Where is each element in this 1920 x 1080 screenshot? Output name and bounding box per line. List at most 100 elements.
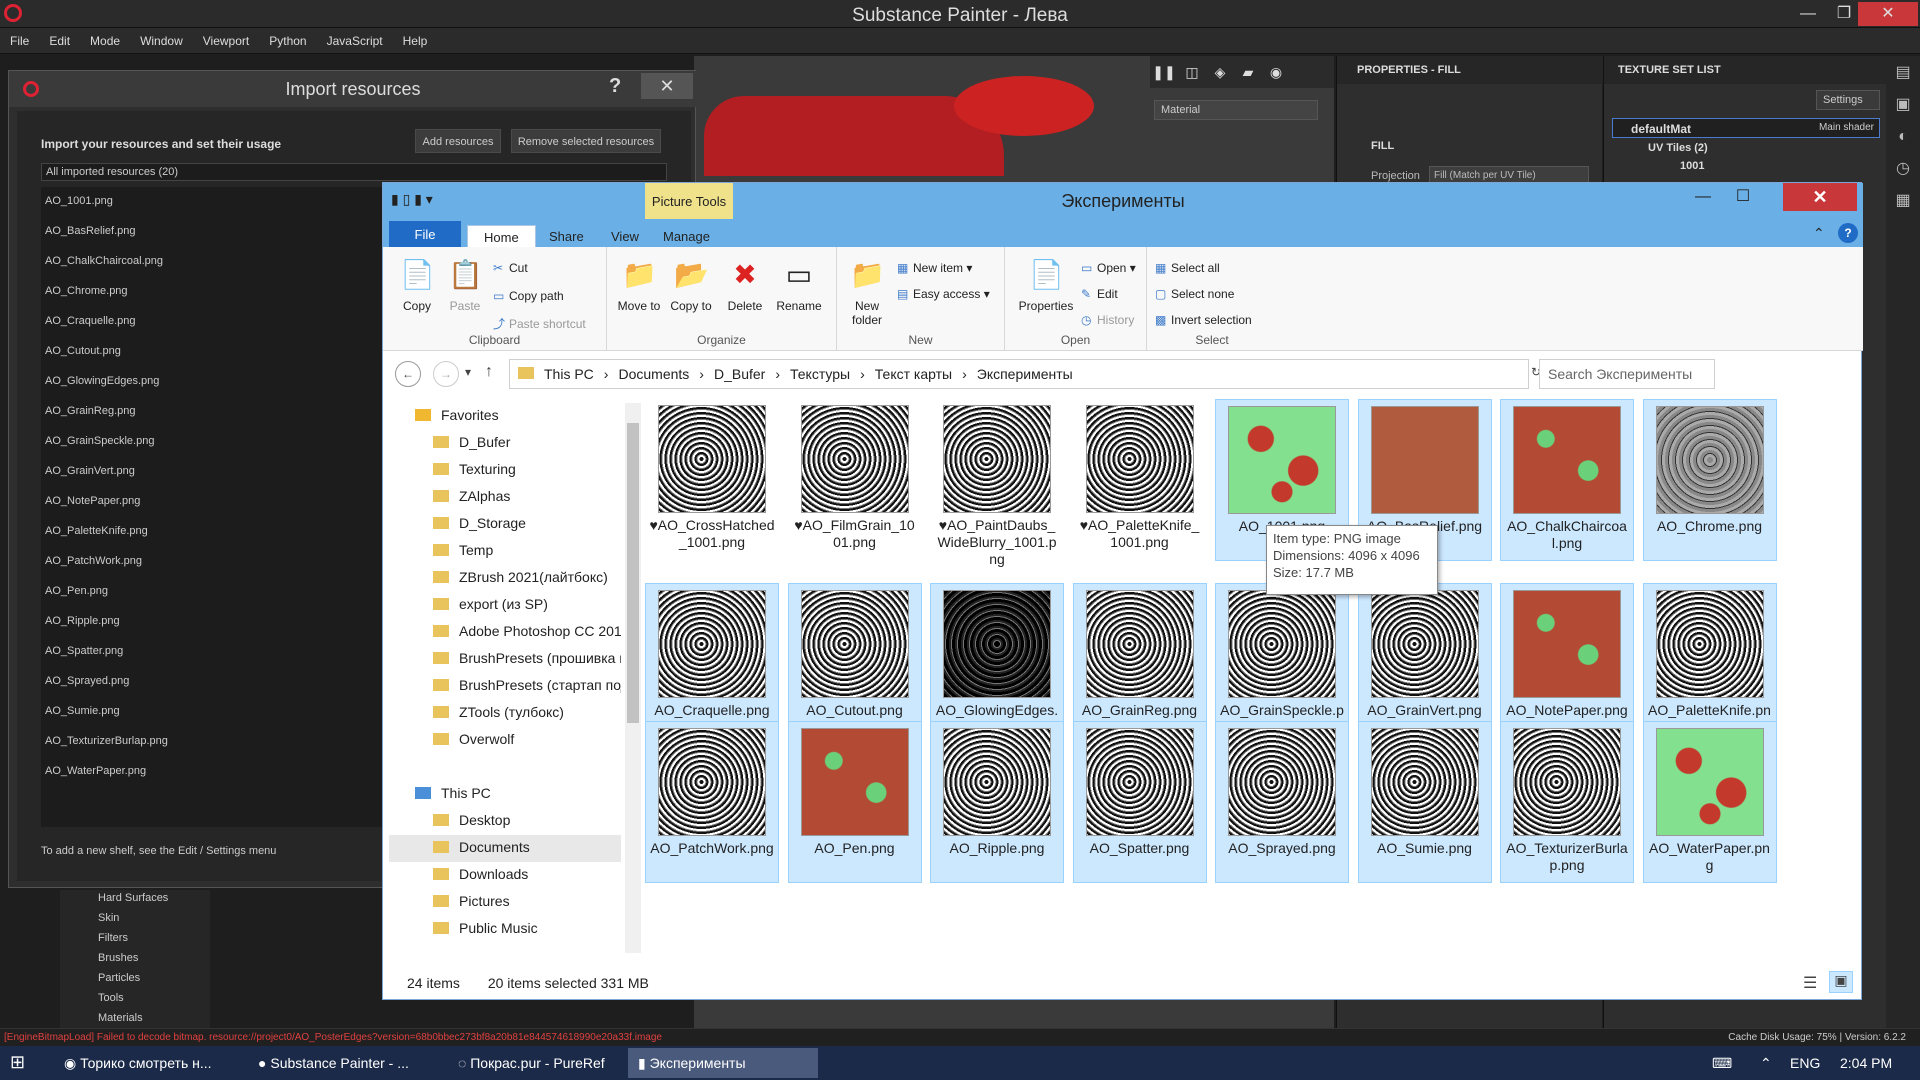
edit-button[interactable]: ✎ Edit <box>1081 287 1118 301</box>
tab-share[interactable]: Share <box>533 225 600 247</box>
nav-item[interactable]: Documents <box>389 835 621 862</box>
nav-item[interactable]: ZTools (тулбокс) <box>389 700 621 727</box>
keyboard-icon[interactable]: ⌨ <box>1712 1055 1732 1072</box>
nav-item[interactable]: Public Music <box>389 916 621 943</box>
cut-button[interactable]: ✂ Cut <box>493 261 528 275</box>
nav-scrollbar[interactable] <box>625 403 641 953</box>
tab-home[interactable]: Home <box>467 225 536 247</box>
copy-button[interactable]: 📄 Copy <box>391 255 443 313</box>
shelf-item[interactable]: Filters <box>60 930 210 950</box>
menu-viewport[interactable]: Viewport <box>193 28 259 54</box>
shelf-item[interactable]: Particles <box>60 970 210 990</box>
menu-mode[interactable]: Mode <box>80 28 130 54</box>
file-item[interactable]: AO_Spatter.png <box>1072 721 1207 883</box>
nav-item[interactable]: Downloads <box>389 862 621 889</box>
nav-item[interactable]: Overwolf <box>389 727 621 754</box>
language-indicator[interactable]: ENG <box>1790 1055 1820 1071</box>
add-resources-button[interactable]: Add resources <box>415 129 501 153</box>
shelf-item[interactable]: Tools <box>60 990 210 1010</box>
minimize-icon[interactable]: — <box>1790 2 1826 26</box>
menu-python[interactable]: Python <box>259 28 316 54</box>
file-item[interactable]: AO_Ripple.png <box>930 721 1064 883</box>
nav-item[interactable]: D_Storage <box>389 511 621 538</box>
file-item[interactable]: AO_Chrome.png <box>1642 399 1777 561</box>
file-item[interactable]: AO_WaterPaper.png <box>1642 721 1777 883</box>
material-select[interactable]: Material <box>1154 100 1318 120</box>
file-item[interactable]: ♥AO_FilmGrain_1001.png <box>788 399 922 561</box>
paste-button[interactable]: 📋 Paste <box>439 255 491 313</box>
collapse-ribbon-icon[interactable]: ⌃ <box>1813 225 1825 242</box>
properties-button[interactable]: 📄 Properties <box>1011 255 1081 313</box>
search-input[interactable]: Search Эксперименты <box>1539 359 1715 389</box>
paste-shortcut-button[interactable]: ⤴ Paste shortcut <box>493 315 586 332</box>
file-item[interactable]: AO_PatchWork.png <box>645 721 779 883</box>
nav-item[interactable]: Desktop <box>389 808 621 835</box>
file-item[interactable]: ♥AO_CrossHatched_1001.png <box>645 399 779 561</box>
nav-item[interactable]: BrushPresets (прошивка кисте <box>389 646 621 673</box>
large-icons-view-icon[interactable]: ▣ <box>1829 971 1853 993</box>
taskbar-item[interactable]: ◌ Покрас.pur - PureRef <box>448 1048 624 1078</box>
help-icon[interactable]: ? <box>609 75 621 98</box>
file-item[interactable]: AO_Sprayed.png <box>1215 721 1349 883</box>
cube-icon[interactable]: ◈ <box>1206 56 1234 88</box>
breadcrumb-item[interactable]: This PC <box>544 366 594 382</box>
screenshot-icon[interactable]: ◉ <box>1262 56 1290 88</box>
file-item[interactable]: ♥AO_PaletteKnife_1001.png <box>1073 399 1207 561</box>
nav-item[interactable]: ZBrush 2021(лайтбокс) <box>389 565 621 592</box>
easy-access-button[interactable]: ▤ Easy access ▾ <box>897 287 990 301</box>
nav-item[interactable]: Pictures <box>389 889 621 916</box>
settings-dropdown[interactable]: Settings <box>1816 90 1880 110</box>
nav-section[interactable]: Favorites <box>389 403 621 430</box>
history-button[interactable]: ◷ History <box>1081 313 1134 327</box>
breadcrumb-item[interactable]: Текст карты <box>875 366 952 382</box>
layers-icon[interactable]: ▤ <box>1886 58 1920 88</box>
menu-javascript[interactable]: JavaScript <box>317 28 393 54</box>
breadcrumb-item[interactable]: D_Bufer <box>714 366 765 382</box>
pause-icon[interactable]: ❚❚ <box>1150 56 1178 88</box>
breadcrumb[interactable]: This PC › Documents › D_Bufer › Текстуры › Текст… <box>509 359 1529 389</box>
tab-file[interactable]: File <box>389 221 461 247</box>
taskbar-item[interactable]: ● Substance Painter - ... <box>248 1048 444 1078</box>
nav-item[interactable]: Temp <box>389 538 621 565</box>
details-view-icon[interactable]: ☰ <box>1803 973 1817 993</box>
nav-item[interactable]: D_Bufer <box>389 430 621 457</box>
shelf-item[interactable]: Materials <box>60 1010 210 1030</box>
shelf-item[interactable]: Brushes <box>60 950 210 970</box>
help-icon[interactable]: ? <box>1838 223 1858 243</box>
file-item[interactable]: AO_Pen.png <box>787 721 922 883</box>
maximize-icon[interactable]: ☐ <box>1723 183 1763 211</box>
copy-to-button[interactable]: 📂 Copy to <box>665 255 717 313</box>
up-icon[interactable]: ↑ <box>485 363 493 381</box>
select-all-button[interactable]: ▦ Select all <box>1155 261 1220 275</box>
tab-manage[interactable]: Manage <box>647 225 726 247</box>
history-icon[interactable]: ◷ <box>1886 154 1920 184</box>
close-icon[interactable]: ✕ <box>1783 183 1857 211</box>
nav-item[interactable]: ZAlphas <box>389 484 621 511</box>
menu-edit[interactable]: Edit <box>39 28 80 54</box>
move-to-button[interactable]: 📁 Move to <box>613 255 665 313</box>
new-item-button[interactable]: ▦ New item ▾ <box>897 261 972 275</box>
close-icon[interactable]: ✕ <box>641 73 693 99</box>
close-icon[interactable]: ✕ <box>1858 2 1918 26</box>
scroll-thumb[interactable] <box>627 423 639 723</box>
file-item[interactable]: AO_TexturizerBurlap.png <box>1500 721 1634 883</box>
tab-view[interactable]: View <box>595 225 655 247</box>
remove-resources-button[interactable]: Remove selected resources <box>511 129 661 153</box>
nav-section[interactable]: This PC <box>389 781 621 808</box>
shelf-item[interactable]: Hard Surfaces <box>60 890 210 910</box>
taskbar-item[interactable]: ◉ Торико смотреть н... <box>54 1048 244 1078</box>
file-item[interactable]: ♥AO_PaintDaubs_WideBlurry_1001.png <box>930 399 1064 575</box>
maximize-icon[interactable]: ❐ <box>1826 2 1862 26</box>
taskbar-item-active[interactable]: ▮ Эксперименты <box>628 1048 818 1078</box>
display-icon[interactable]: ◐ <box>1886 122 1920 152</box>
camera-icon[interactable]: ▰ <box>1234 56 1262 88</box>
select-none-button[interactable]: ▢ Select none <box>1155 287 1234 301</box>
file-item[interactable]: AO_ChalkChaircoal.png <box>1500 399 1634 561</box>
file-item[interactable]: AO_Sumie.png <box>1357 721 1492 883</box>
menu-file[interactable]: File <box>0 28 39 54</box>
shelf-item[interactable]: Skin <box>60 910 210 930</box>
delete-button[interactable]: ✖ Delete <box>719 255 771 313</box>
nav-item[interactable]: export (из SP) <box>389 592 621 619</box>
minimize-icon[interactable]: — <box>1683 183 1723 211</box>
copy-path-button[interactable]: ▭ Copy path <box>493 289 564 303</box>
